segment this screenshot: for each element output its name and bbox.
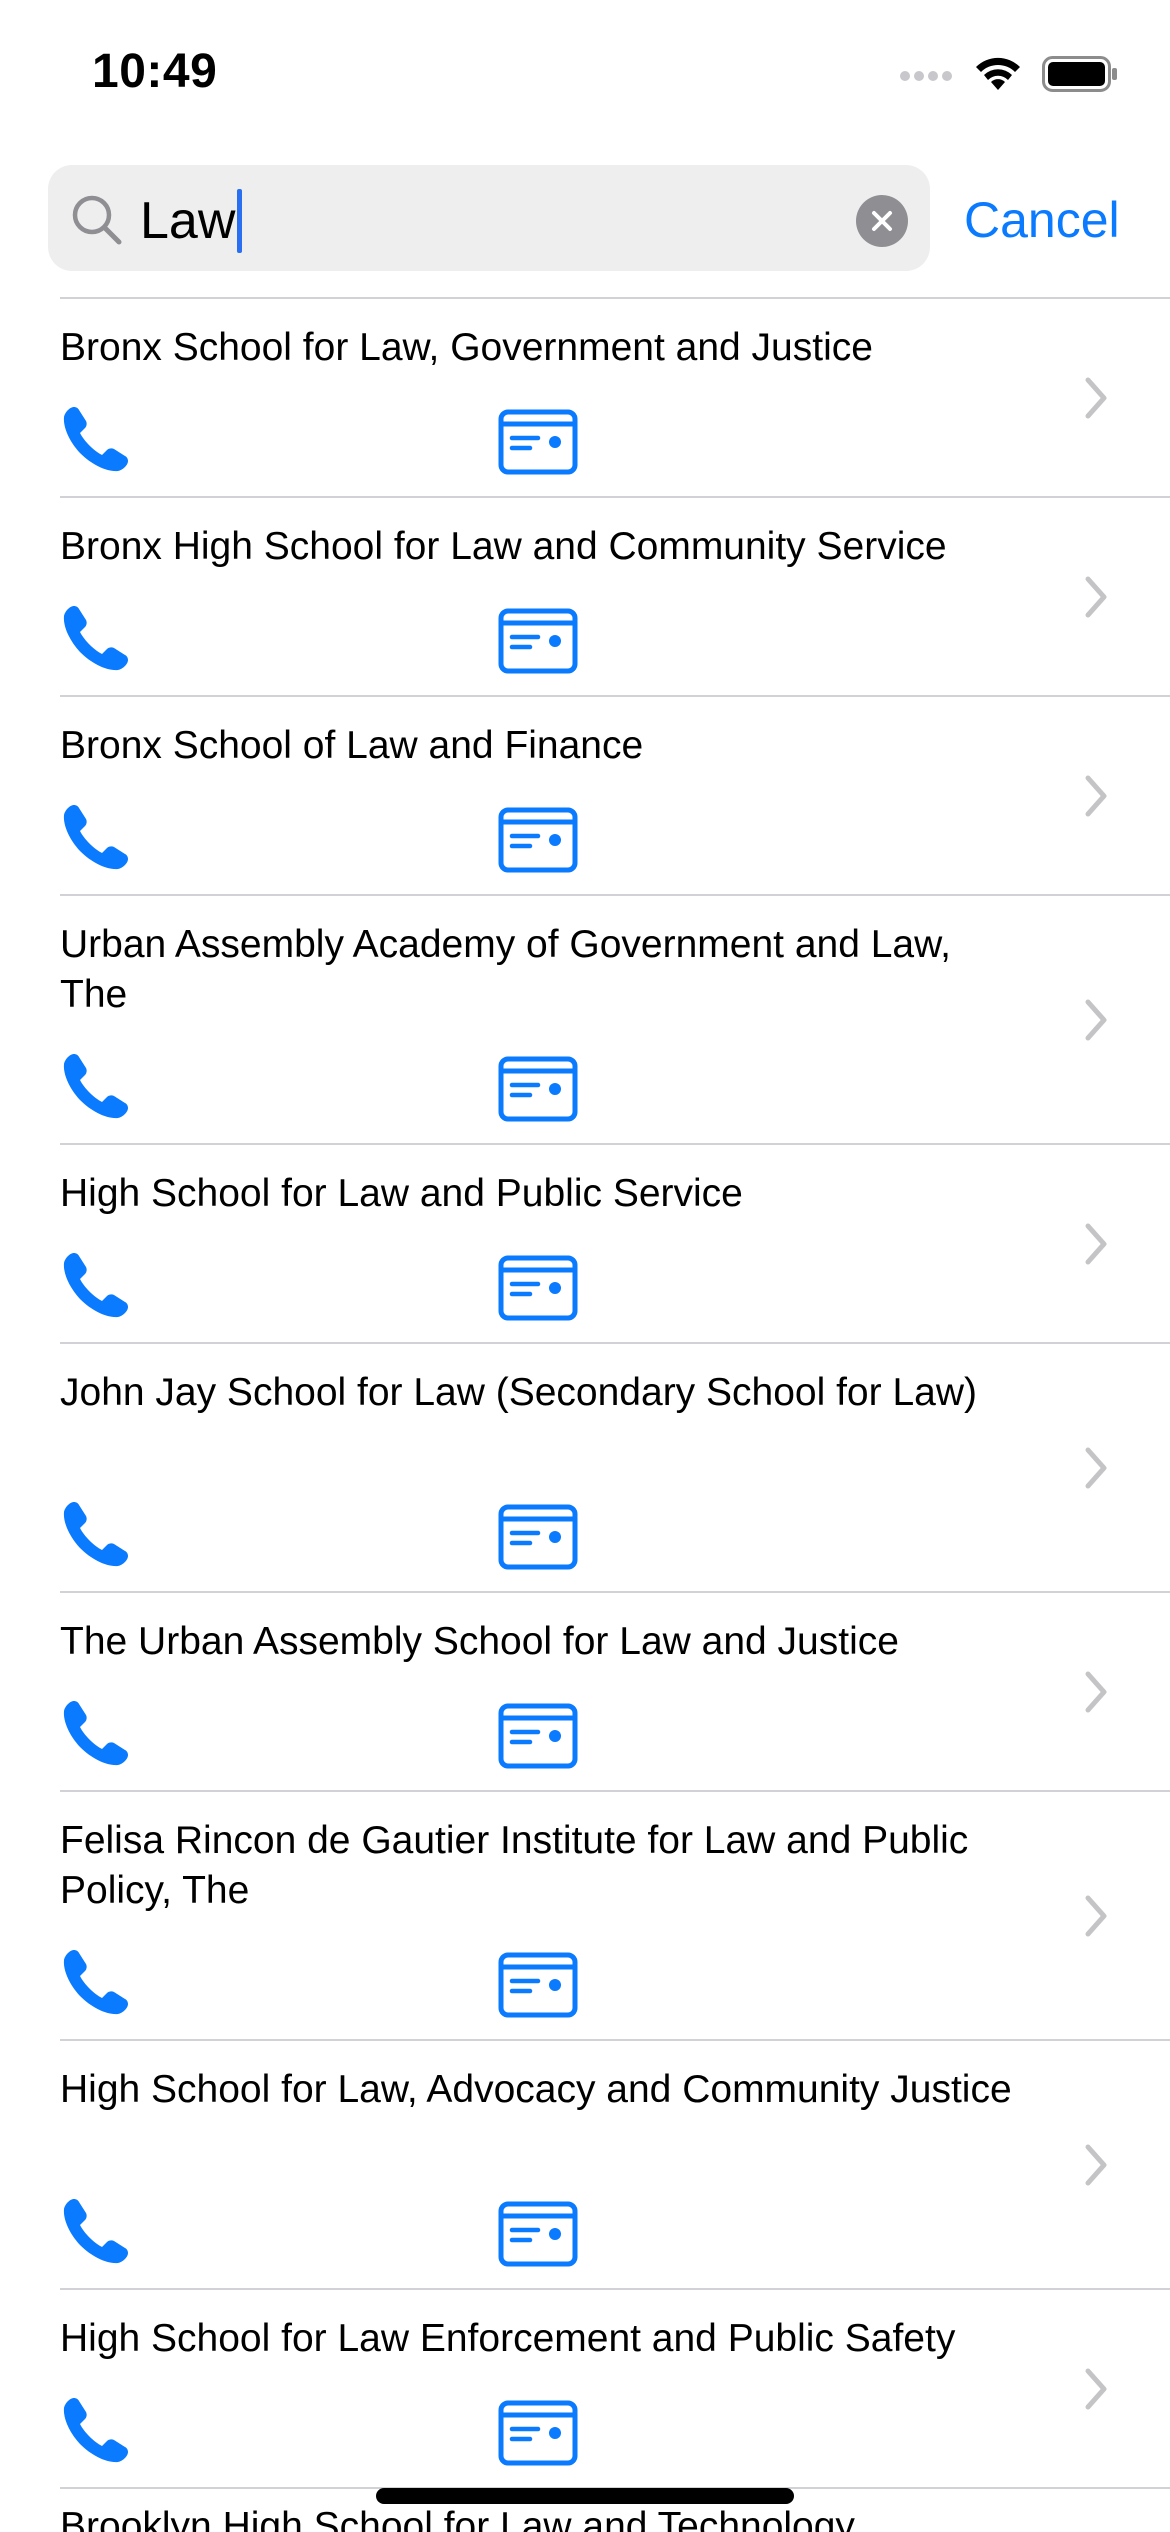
school-name: Urban Assembly Academy of Government and… [60, 923, 951, 1016]
home-indicator[interactable] [376, 2488, 794, 2504]
screen: 10:49 Law Cancel Bronx School for Law, G… [0, 0, 1170, 2532]
phone-icon[interactable] [60, 1249, 132, 1321]
school-card-icon[interactable] [498, 1056, 578, 1122]
list-item[interactable]: Bronx High School for Law and Community … [0, 498, 1170, 697]
school-name: John Jay School for Law (Secondary Schoo… [60, 1371, 977, 1414]
list-item[interactable]: Felisa Rincon de Gautier Institute for L… [0, 1792, 1170, 2041]
list-item[interactable]: John Jay School for Law (Secondary Schoo… [0, 1344, 1170, 1593]
cellular-signal-icon [900, 71, 952, 81]
list-item[interactable]: High School for Law Enforcement and Publ… [0, 2290, 1170, 2489]
phone-icon[interactable] [60, 1050, 132, 1122]
school-name: High School for Law, Advocacy and Commun… [60, 2068, 1012, 2111]
search-input[interactable]: Law [48, 165, 930, 271]
phone-icon[interactable] [60, 1946, 132, 2018]
list-item[interactable]: Bronx School of Law and Finance [0, 697, 1170, 896]
chevron-right-icon [1085, 1671, 1107, 1713]
list-item[interactable]: Bronx School for Law, Government and Jus… [0, 299, 1170, 498]
school-name: The Urban Assembly School for Law and Ju… [60, 1620, 899, 1663]
results-list: Bronx School for Law, Government and Jus… [0, 299, 1170, 2489]
phone-icon[interactable] [60, 801, 132, 873]
list-item-partial-title[interactable]: Brooklyn High School for Law and Technol… [60, 2502, 855, 2532]
chevron-right-icon [1085, 377, 1107, 419]
list-item[interactable]: High School for Law, Advocacy and Commun… [0, 2041, 1170, 2290]
school-name: Bronx School for Law, Government and Jus… [60, 326, 873, 369]
phone-icon[interactable] [60, 403, 132, 475]
wifi-icon [976, 57, 1020, 90]
list-item[interactable]: High School for Law and Public Service [0, 1145, 1170, 1344]
chevron-right-icon [1085, 1447, 1107, 1489]
school-name: Bronx High School for Law and Community … [60, 525, 947, 568]
status-icons [900, 52, 1118, 96]
phone-icon[interactable] [60, 1498, 132, 1570]
school-card-icon[interactable] [498, 1504, 578, 1570]
chevron-right-icon [1085, 2144, 1107, 2186]
school-card-icon[interactable] [498, 1952, 578, 2018]
chevron-right-icon [1085, 775, 1107, 817]
list-item[interactable]: The Urban Assembly School for Law and Ju… [0, 1593, 1170, 1792]
school-name: Felisa Rincon de Gautier Institute for L… [60, 1819, 969, 1912]
search-icon [72, 195, 122, 245]
phone-icon[interactable] [60, 602, 132, 674]
status-bar: 10:49 [0, 0, 1170, 150]
school-card-icon[interactable] [498, 807, 578, 873]
school-name: High School for Law Enforcement and Publ… [60, 2317, 956, 2360]
chevron-right-icon [1085, 2368, 1107, 2410]
school-card-icon[interactable] [498, 1703, 578, 1769]
search-query: Law [140, 192, 236, 250]
school-card-icon[interactable] [498, 2201, 578, 2267]
chevron-right-icon [1085, 1223, 1107, 1265]
search-query-wrapper: Law [140, 189, 243, 253]
phone-icon[interactable] [60, 2195, 132, 2267]
school-card-icon[interactable] [498, 2400, 578, 2466]
clear-search-button[interactable] [856, 195, 908, 247]
cancel-button[interactable]: Cancel [964, 190, 1120, 250]
school-card-icon[interactable] [498, 1255, 578, 1321]
school-card-icon[interactable] [498, 608, 578, 674]
phone-icon[interactable] [60, 2394, 132, 2466]
chevron-right-icon [1085, 999, 1107, 1041]
chevron-right-icon [1085, 576, 1107, 618]
clear-icon [872, 211, 892, 231]
list-item[interactable]: Urban Assembly Academy of Government and… [0, 896, 1170, 1145]
status-time: 10:49 [92, 45, 218, 98]
school-card-icon[interactable] [498, 409, 578, 475]
battery-icon [1042, 56, 1117, 92]
search-bar: Law Cancel [0, 160, 1170, 280]
school-name: High School for Law and Public Service [60, 1172, 743, 1215]
text-caret [237, 189, 243, 253]
school-name: Bronx School of Law and Finance [60, 724, 644, 767]
chevron-right-icon [1085, 1895, 1107, 1937]
phone-icon[interactable] [60, 1697, 132, 1769]
